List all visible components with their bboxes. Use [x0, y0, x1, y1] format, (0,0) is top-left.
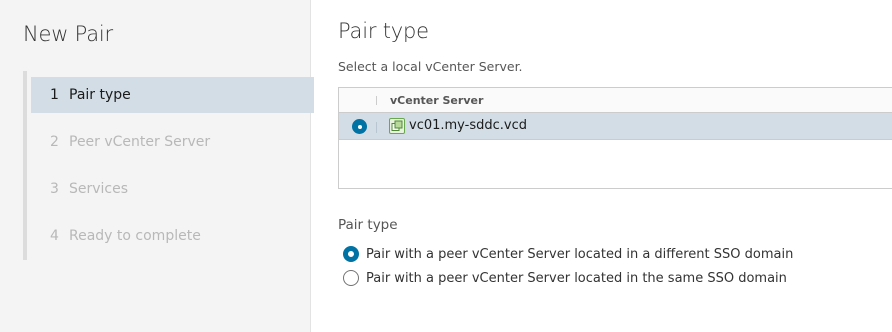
step-label: Ready to complete	[69, 228, 201, 244]
wizard-step-services: 3 Services	[31, 171, 314, 207]
pair-different-sso-option[interactable]: Pair with a peer vCenter Server located …	[343, 246, 793, 262]
wizard-step-ready-to-complete: 4 Ready to complete	[31, 218, 314, 254]
wizard-title: New Pair	[23, 22, 113, 46]
step-number: 3	[50, 181, 59, 197]
wizard-step-pair-type[interactable]: 1 Pair type	[31, 77, 314, 113]
column-separator	[376, 122, 377, 133]
vcenter-server-grid: vCenter Server vc01.my-sddc.vcd	[338, 87, 892, 189]
option-label: Pair with a peer vCenter Server located …	[366, 246, 794, 262]
step-label: Peer vCenter Server	[69, 134, 211, 150]
step-number: 1	[50, 87, 59, 103]
column-separator	[376, 96, 377, 105]
vcenter-server-name: vc01.my-sddc.vcd	[409, 118, 527, 133]
pair-different-sso-radio[interactable]	[343, 246, 359, 262]
page-title: Pair type	[338, 19, 429, 43]
pair-same-sso-radio[interactable]	[343, 270, 359, 286]
wizard-sidebar: New Pair 1 Pair type 2 Peer vCenter Serv…	[0, 0, 314, 332]
page-subtitle: Select a local vCenter Server.	[338, 59, 523, 74]
row-select-radio[interactable]	[352, 119, 367, 134]
wizard-steps: 1 Pair type 2 Peer vCenter Server 3 Serv…	[23, 71, 314, 260]
vcenter-server-icon	[389, 118, 405, 134]
wizard-step-peer-vcenter-server: 2 Peer vCenter Server	[31, 124, 314, 160]
table-row[interactable]: vc01.my-sddc.vcd	[339, 113, 892, 140]
step-number: 2	[50, 134, 59, 150]
column-header-vcenter-server[interactable]: vCenter Server	[390, 94, 483, 107]
pair-type-label: Pair type	[338, 217, 398, 233]
step-label: Services	[69, 181, 129, 197]
step-number: 4	[50, 228, 59, 244]
pair-same-sso-option[interactable]: Pair with a peer vCenter Server located …	[343, 270, 787, 286]
option-label: Pair with a peer vCenter Server located …	[366, 270, 787, 286]
step-label: Pair type	[69, 87, 131, 103]
grid-header: vCenter Server	[339, 88, 892, 113]
